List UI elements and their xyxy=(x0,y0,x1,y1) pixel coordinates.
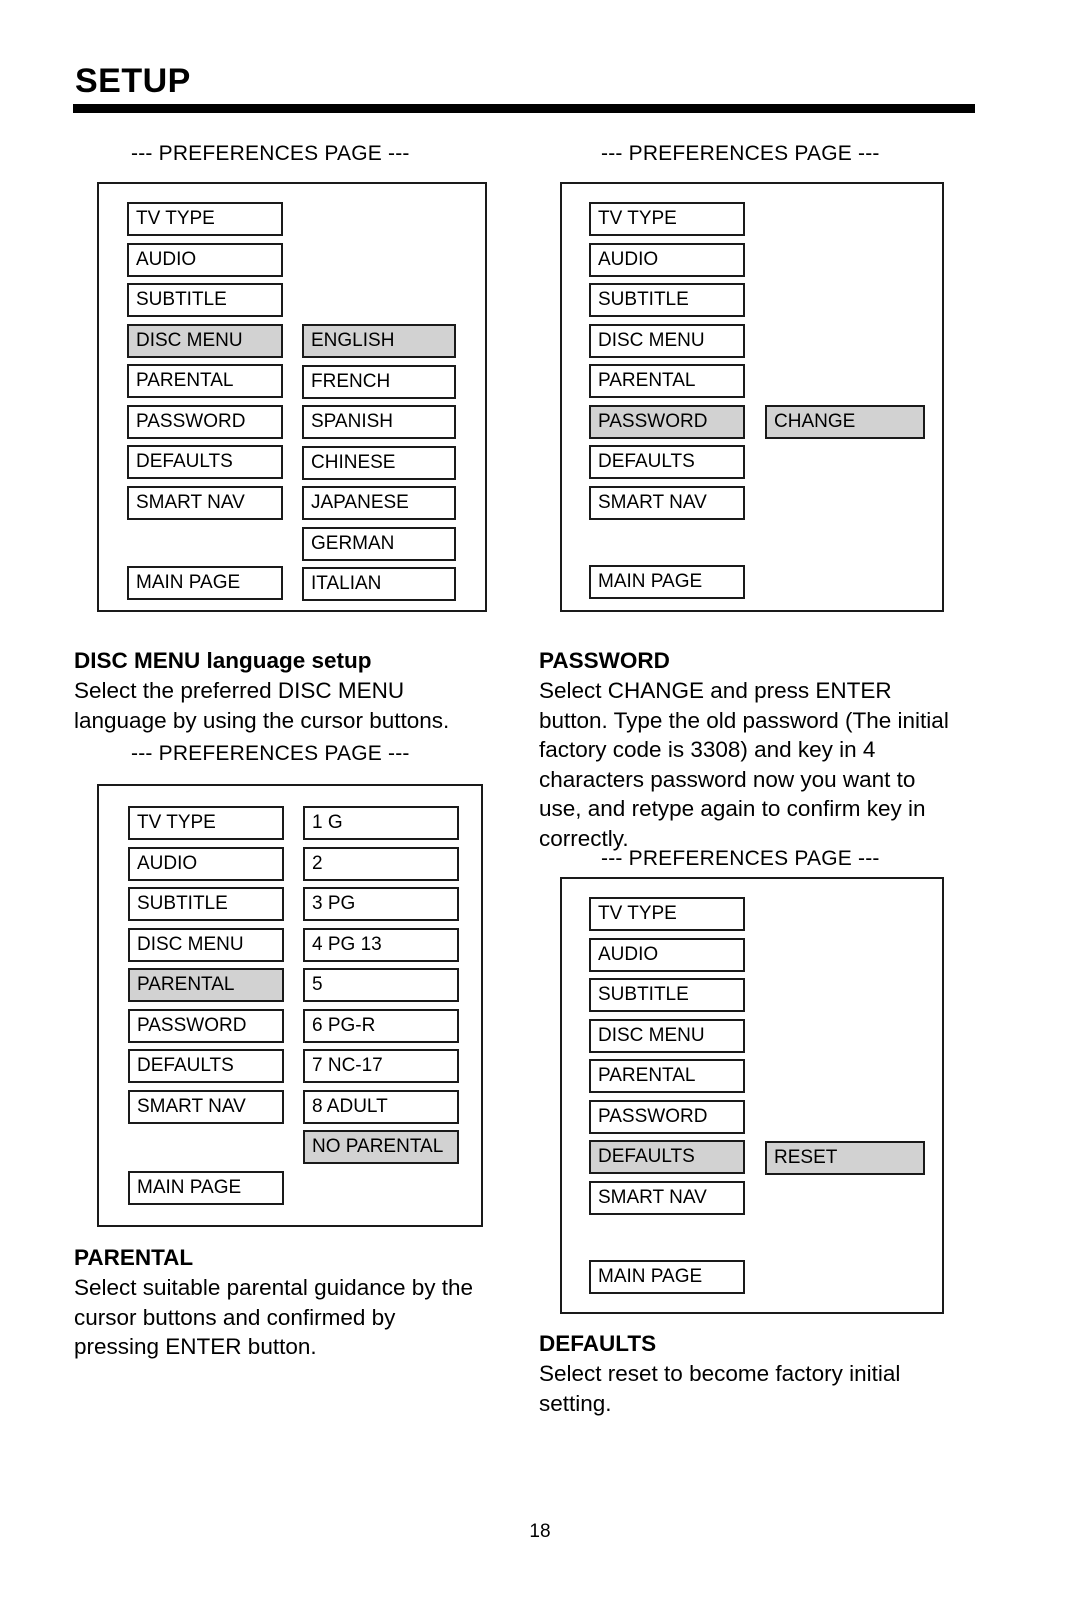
osd-submenu-item[interactable]: GERMAN xyxy=(302,526,456,561)
osd-menu-item[interactable]: DEFAULTS xyxy=(127,445,283,479)
osd-menu-item[interactable]: PASSWORD xyxy=(128,1008,284,1043)
osd-menu-item[interactable]: DISC MENU xyxy=(589,1018,745,1053)
osd-menu-item[interactable]: PARENTAL xyxy=(589,364,745,398)
section-password: PASSWORD Select CHANGE and press ENTER b… xyxy=(539,646,999,853)
section-heading-defaults: DEFAULTS xyxy=(539,1331,657,1356)
osd-menu-item[interactable]: DISC MENU xyxy=(128,927,284,962)
osd-menu-item[interactable]: SUBTITLE xyxy=(128,887,284,921)
osd-submenu-item[interactable]: NO PARENTAL xyxy=(303,1130,459,1164)
osd-menu-item[interactable]: DEFAULTS xyxy=(128,1049,284,1083)
osd-menu-item[interactable]: SMART NAV xyxy=(128,1089,284,1124)
osd-panel-defaults: TV TYPE AUDIO SUBTITLE DISC MENU PARENTAL PAS… xyxy=(560,877,944,1314)
osd-menu-item[interactable]: PASSWORD xyxy=(589,1099,745,1134)
page-number: 18 xyxy=(529,1521,551,1542)
panel-caption-defaults: --- PREFERENCES PAGE --- xyxy=(601,847,880,870)
section-heading-disc-menu: DISC MENU language setup xyxy=(74,648,372,673)
osd-menu-item[interactable]: AUDIO xyxy=(589,937,745,972)
section-body-parental: Select suitable parental guidance by the… xyxy=(74,1275,474,1359)
osd-submenu-item[interactable]: 8 ADULT xyxy=(303,1089,459,1124)
osd-main-page-item[interactable]: MAIN PAGE xyxy=(589,1260,745,1294)
osd-menu-item[interactable]: PASSWORD xyxy=(127,404,283,439)
section-disc-menu: DISC MENU language setup Select the pref… xyxy=(74,646,524,735)
osd-menu-item[interactable]: TV TYPE xyxy=(127,202,283,236)
osd-main-page-item[interactable]: MAIN PAGE xyxy=(128,1171,284,1205)
osd-submenu-item[interactable]: 5 xyxy=(303,968,459,1002)
panel-caption-parental: --- PREFERENCES PAGE --- xyxy=(131,742,410,765)
osd-menu-item[interactable]: DISC MENU xyxy=(127,323,283,358)
osd-submenu-item[interactable]: 1 G xyxy=(303,806,459,840)
panel-caption-disc-menu: --- PREFERENCES PAGE --- xyxy=(131,142,410,165)
osd-panel-disc-menu: TV TYPE AUDIO SUBTITLE DISC MENU PARENTAL PAS… xyxy=(97,182,487,612)
osd-submenu-item[interactable]: 3 PG xyxy=(303,887,459,921)
section-body-password: Select CHANGE and press ENTER button. Ty… xyxy=(539,678,949,851)
osd-submenu-item[interactable]: CHINESE xyxy=(302,445,456,480)
panel-caption-password: --- PREFERENCES PAGE --- xyxy=(601,142,880,165)
section-defaults: DEFAULTS Select reset to become factory … xyxy=(539,1329,989,1418)
osd-menu-item[interactable]: PARENTAL xyxy=(589,1059,745,1093)
title-rule xyxy=(73,104,975,113)
osd-submenu-item[interactable]: ENGLISH xyxy=(302,324,456,358)
osd-submenu-item[interactable]: ITALIAN xyxy=(302,567,456,601)
osd-menu-item[interactable]: PARENTAL xyxy=(127,364,283,398)
osd-menu-item[interactable]: SMART NAV xyxy=(589,1180,745,1215)
manual-page: SETUP --- PREFERENCES PAGE --- TV TYPE AU… xyxy=(0,0,1080,1619)
osd-menu-item[interactable]: TV TYPE xyxy=(589,897,745,931)
osd-menu-item[interactable]: SUBTITLE xyxy=(589,978,745,1012)
osd-submenu-item[interactable]: 2 xyxy=(303,846,459,881)
osd-main-page-item[interactable]: MAIN PAGE xyxy=(127,566,283,600)
osd-submenu-item[interactable]: SPANISH xyxy=(302,405,456,439)
osd-menu-item[interactable]: SUBTITLE xyxy=(127,283,283,317)
osd-panel-parental: TV TYPE AUDIO SUBTITLE DISC MENU PARENTAL PAS… xyxy=(97,784,483,1227)
osd-menu-item[interactable]: SMART NAV xyxy=(127,485,283,520)
osd-submenu-item[interactable]: 7 NC-17 xyxy=(303,1049,459,1083)
osd-menu-item[interactable]: TV TYPE xyxy=(589,202,745,236)
osd-submenu-item[interactable]: JAPANESE xyxy=(302,486,456,520)
osd-menu-item[interactable]: TV TYPE xyxy=(128,806,284,840)
osd-menu-item[interactable]: SMART NAV xyxy=(589,485,745,520)
osd-menu-item[interactable]: SUBTITLE xyxy=(589,283,745,317)
section-heading-password: PASSWORD xyxy=(539,648,670,673)
osd-menu-item[interactable]: DEFAULTS xyxy=(589,445,745,479)
osd-submenu-item[interactable]: 4 PG 13 xyxy=(303,927,459,962)
osd-menu-item[interactable]: AUDIO xyxy=(589,242,745,277)
page-title: SETUP xyxy=(75,62,191,100)
osd-submenu-item[interactable]: CHANGE xyxy=(765,405,925,439)
section-body-disc-menu: Select the preferred DISC MENU language … xyxy=(74,678,450,733)
section-body-defaults: Select reset to become factory initial s… xyxy=(539,1361,901,1416)
osd-panel-password: TV TYPE AUDIO SUBTITLE DISC MENU PARENTAL PAS… xyxy=(560,182,944,612)
section-parental: PARENTAL Select suitable parental guidan… xyxy=(74,1243,534,1362)
osd-menu-item[interactable]: AUDIO xyxy=(128,846,284,881)
osd-menu-item[interactable]: PASSWORD xyxy=(589,404,745,439)
osd-menu-item[interactable]: DEFAULTS xyxy=(589,1140,745,1174)
osd-submenu-item[interactable]: FRENCH xyxy=(302,364,456,399)
osd-submenu-item[interactable]: RESET xyxy=(765,1141,925,1175)
osd-menu-item[interactable]: AUDIO xyxy=(127,242,283,277)
section-heading-parental: PARENTAL xyxy=(74,1245,194,1270)
osd-submenu-item[interactable]: 6 PG-R xyxy=(303,1008,459,1043)
osd-main-page-item[interactable]: MAIN PAGE xyxy=(589,565,745,599)
osd-menu-item[interactable]: PARENTAL xyxy=(128,968,284,1002)
osd-menu-item[interactable]: DISC MENU xyxy=(589,323,745,358)
